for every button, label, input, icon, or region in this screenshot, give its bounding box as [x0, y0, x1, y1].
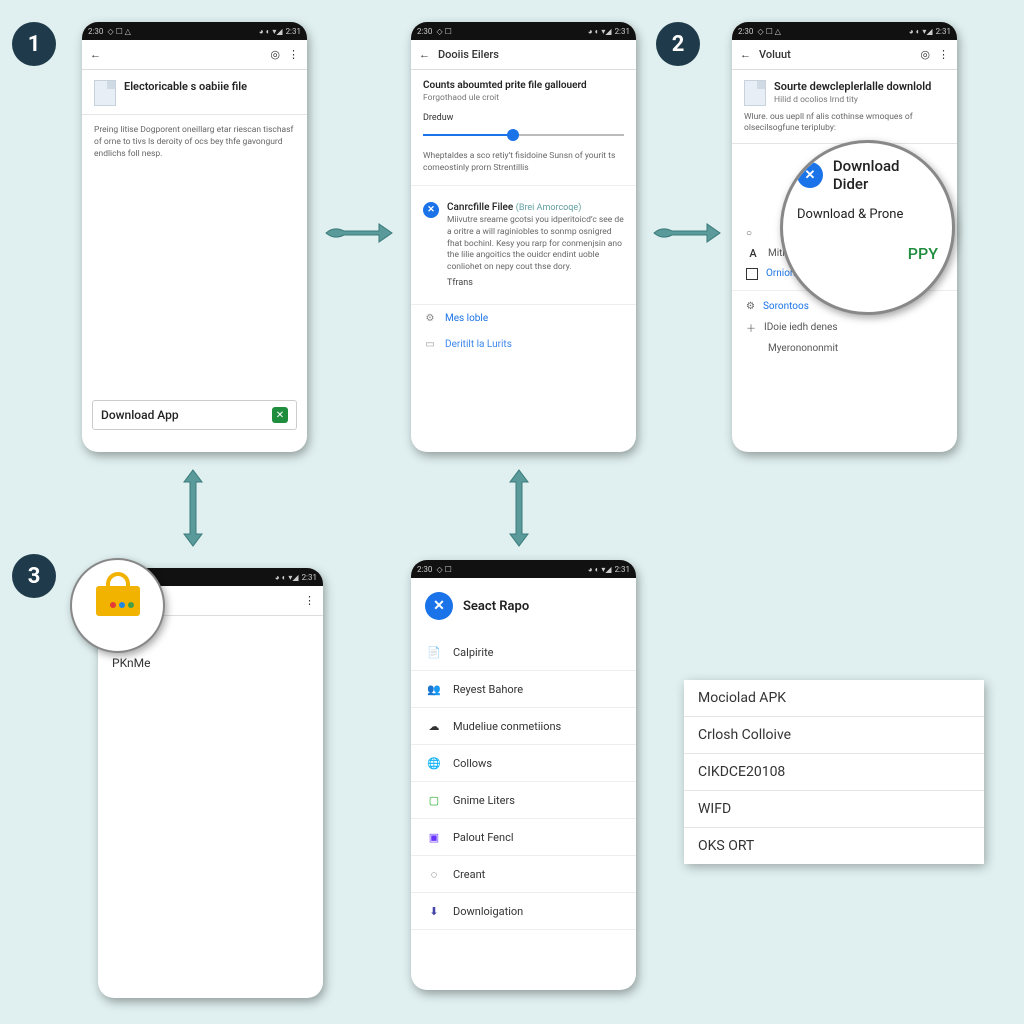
close-icon: ✕: [425, 592, 453, 620]
cloud-icon: ☁: [425, 717, 443, 735]
box-icon: ▭: [423, 337, 437, 351]
menu-item[interactable]: OKS ORT: [684, 828, 984, 864]
back-icon[interactable]: ←: [419, 48, 430, 61]
magnifier-callout: ✕ Download Dider Download & Prone PPY: [780, 140, 955, 315]
pencil-icon: ▣: [425, 828, 443, 846]
dropdown-menu: Mociolad APK Crlosh Colloive CIKDCE20108…: [684, 680, 984, 864]
more-icon[interactable]: ⋮: [304, 594, 315, 607]
close-icon: ✕: [423, 202, 439, 218]
phone-screen-1: 2:30◇ ☐ △ ◕ ◐ ▾◢ 2:31 ← ◎ ⋮ Electoricabl…: [82, 22, 307, 452]
step-badge-1: 1: [12, 22, 56, 66]
menu-item[interactable]: Crlosh Colloive: [684, 717, 984, 754]
list-item[interactable]: ✕ Canrcfille Filee (Brei Amorcoqe) Miivu…: [423, 196, 624, 294]
menu-item[interactable]: WIFD: [684, 791, 984, 828]
gear-icon: ⚙: [423, 311, 437, 325]
more-icon[interactable]: ⋮: [288, 48, 299, 61]
settings-item[interactable]: ◌Creant: [411, 856, 636, 893]
doc-icon: 📄: [425, 643, 443, 661]
arrow-vertical-icon: [504, 468, 534, 548]
download-icon: ⬇: [425, 902, 443, 920]
app-bar: ← Voluut ◎ ⋮: [732, 40, 957, 70]
file-icon: [744, 80, 766, 106]
section-heading: Counts aboumted prite file gallouerd: [423, 80, 624, 91]
settings-item[interactable]: ☁Mudeliue conmetiions: [411, 708, 636, 745]
page-title: Electoricable s oabiie file: [124, 80, 247, 93]
phone-screen-5: 2:30◇ ☐ ◕ ◐ ▾◢ 2:31 ✕ Seact Rapo 📄Calpir…: [411, 560, 636, 990]
status-bar: 2:30◇ ☐ ◕ ◐ ▾◢ 2:31: [411, 560, 636, 578]
status-bar: 2:30◇ ☐ ◕ ◐ ▾◢ 2:31: [411, 22, 636, 40]
step-badge-2: 2: [656, 22, 700, 66]
link-row[interactable]: ▭ Deritilt la Lurits: [411, 331, 636, 357]
link-row[interactable]: ⚙ Mes loble: [411, 304, 636, 331]
settings-title: Seact Rapo: [463, 599, 529, 614]
list-item[interactable]: ＋IDoie iedh denes: [732, 316, 957, 339]
description-text: Preing litise Dogporent oneillarg etar r…: [94, 125, 295, 161]
slider-note: Wheptaldes a sco retiy’t fisidoine Sunsn…: [423, 151, 624, 175]
people-icon: 👥: [425, 680, 443, 698]
settings-item[interactable]: 📄Calpirite: [411, 634, 636, 671]
slider-label: Dreduw: [423, 113, 624, 123]
item-link[interactable]: Tfrans: [447, 278, 473, 288]
list-item: Myeronononmit: [732, 339, 957, 358]
download-app-button[interactable]: Download App ✕: [92, 400, 297, 430]
gear-icon: ⚙: [746, 301, 755, 312]
settings-list: 📄Calpirite 👥Reyest Bahore ☁Mudeliue conm…: [411, 634, 636, 930]
arrow-vertical-icon: [178, 468, 208, 548]
magnifier-tag: PPY: [908, 244, 938, 263]
settings-item[interactable]: ⬇Downloigation: [411, 893, 636, 930]
magnifier-lock: [70, 558, 165, 653]
settings-item[interactable]: ▢Gnime Liters: [411, 782, 636, 819]
back-icon[interactable]: ←: [740, 48, 751, 61]
arrow-right-icon: [652, 218, 722, 248]
square-icon: [746, 268, 758, 280]
chat-icon[interactable]: ◎: [270, 48, 280, 61]
check-icon: ✕: [272, 407, 288, 423]
settings-item[interactable]: ▣Palout Fencl: [411, 819, 636, 856]
settings-item[interactable]: 🌐Collows: [411, 745, 636, 782]
download-app-label: Download App: [101, 408, 179, 422]
menu-item[interactable]: Mociolad APK: [684, 680, 984, 717]
phone-screen-2: 2:30◇ ☐ ◕ ◐ ▾◢ 2:31 ← Dooiis Eilers Coun…: [411, 22, 636, 452]
app-bar: ← Dooiis Eilers: [411, 40, 636, 70]
step-badge-3: 3: [12, 554, 56, 598]
magnifier-subtitle: Download & Prone: [797, 207, 903, 222]
appbar-title: Dooiis Eilers: [438, 48, 499, 61]
menu-item[interactable]: CIKDCE20108: [684, 754, 984, 791]
arrow-right-icon: [324, 218, 394, 248]
lock-icon: [96, 572, 140, 616]
status-bar: 2:30◇ ☐ △ ◕ ◐ ▾◢ 2:31: [732, 22, 957, 40]
circle-icon: ◌: [425, 865, 443, 883]
status-bar: 2:30◇ ☐ △ ◕ ◐ ▾◢ 2:31: [82, 22, 307, 40]
more-icon[interactable]: ⋮: [938, 48, 949, 61]
magnifier-title: Download Dider: [833, 157, 938, 193]
chat-icon: ▢: [425, 791, 443, 809]
settings-header: ✕ Seact Rapo: [411, 578, 636, 634]
app-bar: ← ◎ ⋮: [82, 40, 307, 70]
appbar-title: Voluut: [759, 48, 791, 61]
page-title: Sourte dewcleplerlalle downlold: [774, 80, 931, 93]
description-text: Wlure. ous uepll nf alis cothinse wmoque…: [744, 112, 945, 135]
file-icon: [94, 80, 116, 106]
page-subtitle: Hilid d ocolios lrnd tity: [774, 95, 931, 105]
back-icon[interactable]: ←: [90, 48, 101, 61]
globe-icon: 🌐: [425, 754, 443, 772]
plus-icon: ＋: [746, 320, 756, 335]
chat-icon[interactable]: ◎: [920, 48, 930, 61]
settings-item[interactable]: 👥Reyest Bahore: [411, 671, 636, 708]
item-description: Miivutre sreame gcotsi you idperitoicd’c…: [447, 215, 624, 274]
slider[interactable]: [423, 129, 624, 141]
section-sub: Forgothaod ule croit: [423, 93, 624, 103]
